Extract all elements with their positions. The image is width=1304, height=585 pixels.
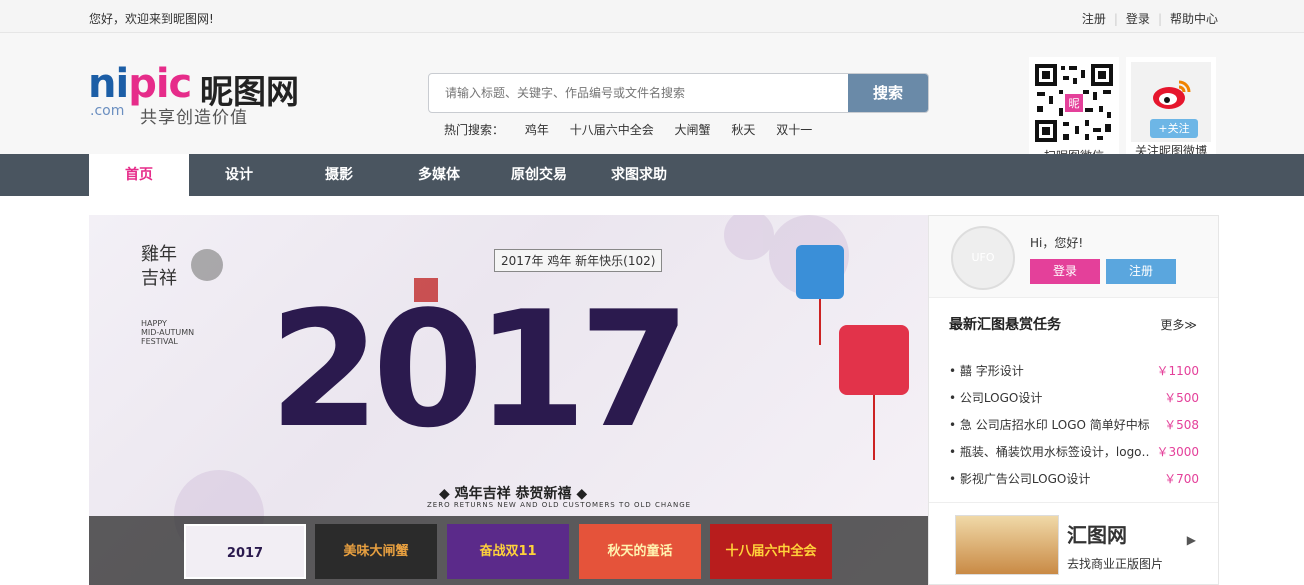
ad-image — [955, 515, 1059, 575]
hot-item[interactable]: 双十一 — [776, 123, 812, 137]
ad-logo: 汇图网 — [1067, 523, 1127, 547]
header: nipic 昵图网 .com 共享创造价值 搜索 热门搜索： 鸡年 十八届六中全… — [0, 33, 1304, 167]
avatar: UFO — [951, 226, 1015, 290]
hot-item[interactable]: 大闸蟹 — [675, 123, 711, 137]
task-price: ￥500 — [1164, 391, 1199, 405]
help-link[interactable]: 帮助中心 — [1170, 12, 1218, 26]
nav-multimedia[interactable]: 多媒体 — [389, 154, 489, 196]
hot-searches: 热门搜索： 鸡年 十八届六中全会 大闸蟹 秋天 双十一 — [444, 121, 829, 138]
top-bar: 您好，欢迎来到昵图网! 注册 | 登录 | 帮助中心 — [0, 0, 1304, 33]
nav-photo[interactable]: 摄影 — [289, 154, 389, 196]
task-title: • 影视广告公司LOGO设计 — [949, 472, 1091, 486]
tasks-more-link[interactable]: 更多≫ — [1160, 316, 1197, 333]
ad-caption: 去找商业正版图片 — [1067, 557, 1164, 571]
task-item[interactable]: • 影视广告公司LOGO设计 ￥700 — [949, 466, 1199, 493]
task-title: • 公司LOGO设计 — [949, 391, 1043, 405]
task-item[interactable]: • 公司LOGO设计 ￥500 — [949, 385, 1199, 412]
hot-item[interactable]: 秋天 — [731, 123, 755, 137]
register-button[interactable]: 注册 — [1106, 259, 1176, 284]
logo-com: .com — [90, 103, 125, 119]
task-item[interactable]: • 囍 字形设计 ￥1100 — [949, 358, 1199, 385]
banner-thumb[interactable]: 2017 — [184, 524, 306, 579]
task-title: • 急 公司店招水印 LOGO 简单好中标 — [949, 418, 1149, 432]
banner-thumb[interactable]: 秋天的童话 — [579, 524, 701, 579]
task-price: ￥3000 — [1156, 445, 1199, 459]
task-list: • 囍 字形设计 ￥1100 • 公司LOGO设计 ￥500 • 急 公司店招水印 … — [949, 358, 1199, 493]
svg-text:昵: 昵 — [1069, 97, 1080, 110]
banner-thumbnails: 2017 美味大闸蟹 奋战双11 秋天的童话 十八届六中全会 — [89, 516, 928, 585]
user-panel: UFO Hi，您好! 登录 注册 — [929, 216, 1218, 298]
sidebar: UFO Hi，您好! 登录 注册 最新汇图悬赏任务 更多≫ • 囍 字形设计 ￥1… — [928, 215, 1219, 585]
hot-item[interactable]: 十八届六中全会 — [570, 123, 654, 137]
nav-request-help[interactable]: 求图求助 — [589, 154, 689, 196]
hero-banner[interactable]: 雞年 吉祥 HAPPY MID-AUTUMN FESTIVAL 2017年 鸡年… — [89, 215, 928, 585]
task-item[interactable]: • 急 公司店招水印 LOGO 简单好中标 ￥508 — [949, 412, 1199, 439]
nav-original-trade[interactable]: 原创交易 — [489, 154, 589, 196]
banner-title[interactable]: 2017年 鸡年 新年快乐(102) — [494, 249, 663, 272]
task-price: ￥700 — [1164, 472, 1199, 486]
ad-next-arrow-icon[interactable]: ▶ — [1187, 533, 1196, 547]
banner-big-text: 2017 — [269, 276, 690, 463]
weibo-icon — [1153, 80, 1191, 109]
top-links: 注册 | 登录 | 帮助中心 — [1081, 12, 1218, 26]
welcome-text: 您好，欢迎来到昵图网! — [89, 12, 214, 26]
nav-design[interactable]: 设计 — [189, 154, 289, 196]
search-button[interactable]: 搜索 — [848, 74, 928, 112]
task-title: • 瓶装、桶装饮用水标签设计，logo… — [949, 445, 1149, 459]
qr-code-icon: 昵 — [1033, 62, 1115, 144]
login-button[interactable]: 登录 — [1030, 259, 1100, 284]
register-link[interactable]: 注册 — [1082, 12, 1106, 26]
tasks-heading: 最新汇图悬赏任务 — [949, 317, 1061, 333]
task-title: • 囍 字形设计 — [949, 364, 1024, 378]
main-nav: 首页 设计 摄影 多媒体 原创交易 求图求助 — [0, 154, 1304, 196]
huitu-ad[interactable]: 汇图网 去找商业正版图片 ▶ — [929, 502, 1218, 585]
banner-thumb[interactable]: 奋战双11 — [447, 524, 569, 579]
hot-label: 热门搜索： — [444, 123, 505, 137]
login-link[interactable]: 登录 — [1126, 12, 1150, 26]
hot-item[interactable]: 鸡年 — [525, 123, 549, 137]
weibo-follow-button[interactable]: +关注 — [1150, 119, 1198, 138]
task-item[interactable]: • 瓶装、桶装饮用水标签设计，logo… ￥3000 — [949, 439, 1199, 466]
task-price: ￥508 — [1164, 418, 1199, 432]
logo-slogan: 共享创造价值 — [140, 108, 248, 128]
banner-left-title: 雞年 吉祥 — [141, 244, 177, 289]
banner-thumb[interactable]: 十八届六中全会 — [710, 524, 832, 579]
banner-subtitle: ZERO RETURNS NEW AND OLD CUSTOMERS TO OL… — [427, 501, 692, 509]
banner-thumb[interactable]: 美味大闸蟹 — [315, 524, 437, 579]
main-content: 雞年 吉祥 HAPPY MID-AUTUMN FESTIVAL 2017年 鸡年… — [0, 196, 1304, 585]
wechat-qr[interactable]: 昵 扫昵图微信 — [1029, 57, 1119, 167]
search-input[interactable] — [429, 74, 849, 112]
weibo-follow[interactable]: +关注 关注昵图微博 — [1126, 57, 1216, 167]
search-box: 搜索 — [428, 73, 929, 113]
nav-home[interactable]: 首页 — [89, 154, 189, 196]
banner-left-english: HAPPY MID-AUTUMN FESTIVAL — [141, 319, 195, 346]
site-logo[interactable]: nipic 昵图网 .com 共享创造价值 — [88, 63, 318, 163]
greeting: Hi，您好! — [1030, 236, 1084, 250]
task-price: ￥1100 — [1156, 364, 1199, 378]
banner-slogan: ◆ 鸡年吉祥 恭贺新禧 ◆ — [439, 486, 588, 502]
